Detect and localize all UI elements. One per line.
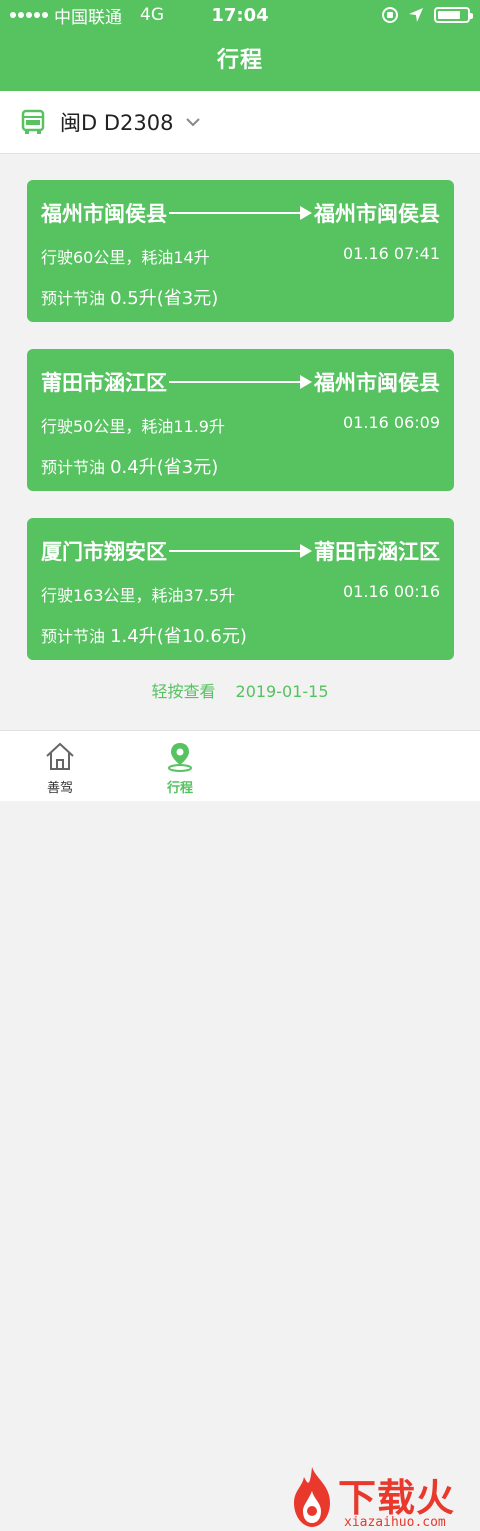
tab-trips[interactable]: 行程 <box>135 731 225 801</box>
battery-icon <box>434 7 473 23</box>
trip-origin: 厦门市翔安区 <box>41 540 167 564</box>
watermark-url: xiazaihuo.com <box>344 1515 446 1530</box>
route-arrow-icon <box>169 372 312 392</box>
trip-time: 01.16 07:41 <box>343 244 440 263</box>
tab-bar: 善驾 行程 下载火 xiazaihuo.com <box>0 730 480 1530</box>
trip-card[interactable]: 厦门市翔安区 莆田市涵江区 行驶163公里，耗油37.5升 01.16 00:1… <box>27 518 454 660</box>
flame-icon <box>294 1467 330 1527</box>
route-arrow-icon <box>169 541 312 561</box>
saving-label: 预计节油 <box>41 458 106 477</box>
location-pin-icon <box>168 743 192 772</box>
saving-value: 1.4升(省10.6元) <box>110 626 247 647</box>
trip-card[interactable]: 莆田市涵江区 福州市闽侯县 行驶50公里，耗油11.9升 01.16 06:09… <box>27 349 454 491</box>
saving-label: 预计节油 <box>41 627 106 646</box>
status-bar: 中国联通 4G 17:04 <box>0 0 480 30</box>
vehicle-selector[interactable]: 闽D D2308 <box>0 91 480 154</box>
orientation-lock-icon <box>382 7 398 23</box>
view-more-link[interactable]: 轻按查看 2019-01-15 <box>0 678 480 702</box>
view-more-label: 轻按查看 <box>151 682 216 701</box>
vehicle-plate: 闽D D2308 <box>60 111 174 135</box>
trip-destination: 莆田市涵江区 <box>314 540 440 564</box>
chevron-down-icon[interactable] <box>185 114 201 130</box>
page-title: 行程 <box>216 48 263 73</box>
watermark-text: 下载火 <box>338 1476 456 1520</box>
top-bar: 中国联通 4G 17:04 行程 <box>0 0 480 91</box>
trip-route: 福州市闽侯县 福州市闽侯县 <box>41 198 440 228</box>
trip-destination: 福州市闽侯县 <box>314 371 440 395</box>
trip-route: 厦门市翔安区 莆田市涵江区 <box>41 536 440 566</box>
bus-icon <box>21 109 45 134</box>
tab-driving[interactable]: 善驾 <box>15 731 105 801</box>
trip-destination: 福州市闽侯县 <box>314 202 440 226</box>
view-more-date: 2019-01-15 <box>235 682 329 701</box>
home-icon <box>46 742 74 770</box>
watermark-logo: 下载火 xiazaihuo.com <box>286 1465 480 1531</box>
saving-value: 0.4升(省3元) <box>110 457 219 478</box>
trip-origin: 莆田市涵江区 <box>41 371 167 395</box>
trip-route: 莆田市涵江区 福州市闽侯县 <box>41 367 440 397</box>
saving-label: 预计节油 <box>41 289 106 308</box>
trip-detail: 行驶163公里，耗油37.5升 <box>41 586 236 605</box>
route-arrow-icon <box>169 203 312 223</box>
trip-origin: 福州市闽侯县 <box>41 202 167 226</box>
trip-card[interactable]: 福州市闽侯县 福州市闽侯县 行驶60公里，耗油14升 01.16 07:41 预… <box>27 180 454 322</box>
trip-detail: 行驶50公里，耗油11.9升 <box>41 417 225 436</box>
tab-label: 善驾 <box>46 781 73 796</box>
tab-label: 行程 <box>166 781 193 796</box>
trip-detail: 行驶60公里，耗油14升 <box>41 248 210 267</box>
trip-time: 01.16 00:16 <box>343 582 440 601</box>
trip-time: 01.16 06:09 <box>343 413 440 432</box>
location-arrow-icon <box>409 8 423 22</box>
saving-value: 0.5升(省3元) <box>110 288 219 309</box>
